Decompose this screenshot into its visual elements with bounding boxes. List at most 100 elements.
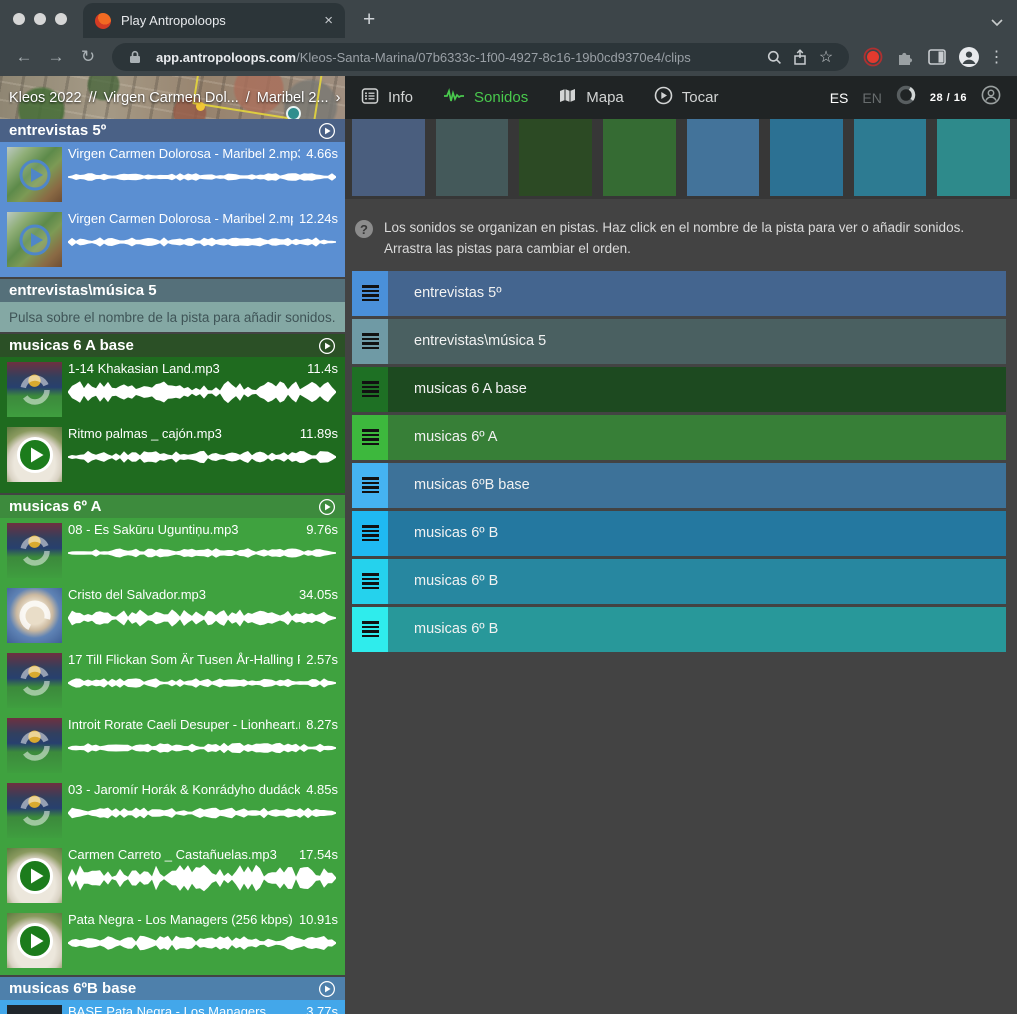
track-row[interactable]: entrevistas\música 5 (352, 319, 1006, 364)
track-color-block[interactable] (436, 119, 509, 196)
clip[interactable]: 03 - Jaromír Horák & Konrádyho dudácká .… (0, 778, 345, 843)
clip-thumbnail[interactable] (7, 362, 62, 417)
share-icon[interactable] (787, 49, 813, 65)
clip-thumbnail[interactable] (7, 1005, 62, 1014)
puzzle-extensions-icon[interactable] (891, 48, 919, 66)
track-color-block[interactable] (687, 119, 760, 196)
back-arrow-icon[interactable]: ← (10, 47, 38, 67)
clip[interactable]: Pata Negra - Los Managers (256 kbps).mp3… (0, 908, 345, 973)
clip[interactable]: Cristo del Salvador.mp334.05s (0, 583, 345, 648)
track-play-button[interactable] (318, 122, 336, 140)
new-tab-button[interactable]: + (363, 9, 375, 30)
breadcrumb-expand-icon[interactable]: › (336, 89, 341, 106)
track-color-block[interactable] (937, 119, 1010, 196)
nav-item-mapa[interactable]: Mapa (558, 87, 624, 108)
clip[interactable]: Virgen Carmen Dolorosa - Maribel 2.mp312… (0, 207, 345, 272)
waveform-icon (443, 88, 465, 108)
side-panel-icon[interactable] (923, 49, 951, 65)
track-row[interactable]: musicas 6º B (352, 511, 1006, 556)
nav-item-info[interactable]: Info (361, 87, 413, 109)
close-window-button[interactable] (13, 13, 25, 25)
track-header[interactable]: musicas 6ºB base (0, 977, 345, 1000)
track-row[interactable]: musicas 6 A base (352, 367, 1006, 412)
drag-handle[interactable] (352, 607, 388, 652)
tab-search-chevron-icon[interactable] (991, 14, 1003, 32)
zoom-icon[interactable] (761, 50, 787, 65)
clip-thumbnail[interactable] (7, 783, 62, 838)
track-row[interactable]: entrevistas 5º (352, 271, 1006, 316)
clip-waveform (68, 443, 336, 471)
track-row-body[interactable]: musicas 6º B (388, 559, 1006, 604)
tab-close-icon[interactable]: × (324, 13, 333, 28)
minimize-window-button[interactable] (34, 13, 46, 25)
drag-handle[interactable] (352, 271, 388, 316)
clip[interactable]: Ritmo palmas _ cajón.mp311.89s (0, 422, 345, 487)
menu-dots-icon[interactable]: ⋮ (987, 47, 1007, 67)
avatar-icon[interactable] (955, 46, 983, 68)
drag-handle[interactable] (352, 463, 388, 508)
track-color-block[interactable] (352, 119, 425, 196)
clip-thumbnail[interactable] (7, 427, 62, 482)
track-header[interactable]: musicas 6º A (0, 495, 345, 518)
address-bar[interactable]: app.antropoloops.com/Kleos-Santa-Marina/… (112, 43, 849, 71)
star-icon[interactable]: ☆ (813, 47, 839, 67)
track-color-block[interactable] (770, 119, 843, 196)
language-es-button[interactable]: ES (830, 90, 849, 106)
track-color-block[interactable] (854, 119, 927, 196)
drag-handle[interactable] (352, 319, 388, 364)
clip[interactable]: 17 Till Flickan Som Är Tusen År-Halling … (0, 648, 345, 713)
track-row-body[interactable]: musicas 6º B (388, 511, 1006, 556)
track-row-body[interactable]: musicas 6 A base (388, 367, 1006, 412)
track-row-body[interactable]: musicas 6º A (388, 415, 1006, 460)
track-play-button[interactable] (318, 337, 336, 355)
breadcrumb[interactable]: Kleos 2022 // Virgen Carmen Dol... / Mar… (0, 76, 345, 119)
loading-spinner-icon (896, 85, 916, 110)
track-header[interactable]: musicas 6 A base (0, 334, 345, 357)
track-play-button[interactable] (318, 980, 336, 998)
track-row[interactable]: musicas 6ºB base (352, 463, 1006, 508)
forward-arrow-icon[interactable]: → (42, 47, 70, 67)
drag-handle[interactable] (352, 559, 388, 604)
clip[interactable]: BASE Pata Negra - Los Managers3.77s (0, 1000, 345, 1014)
clip-thumbnail[interactable] (7, 718, 62, 773)
clip[interactable]: Virgen Carmen Dolorosa - Maribel 2.mp34.… (0, 142, 345, 207)
clip-thumbnail[interactable] (7, 523, 62, 578)
clip-thumbnail[interactable] (7, 147, 62, 202)
clip-thumbnail[interactable] (7, 653, 62, 708)
track-header[interactable]: entrevistas 5º (0, 119, 345, 142)
nav-item-sonidos[interactable]: Sonidos (443, 88, 528, 108)
track-row-body[interactable]: entrevistas 5º (388, 271, 1006, 316)
clip[interactable]: 08 - Es Sakūru Uguntiņu.mp39.76s (0, 518, 345, 583)
clip[interactable]: Carmen Carreto _ Castañuelas.mp317.54s (0, 843, 345, 908)
track-play-button[interactable] (318, 498, 336, 516)
drag-handle[interactable] (352, 511, 388, 556)
clip-thumbnail[interactable] (7, 588, 62, 643)
clip-thumbnail[interactable] (7, 848, 62, 903)
track-color-block[interactable] (519, 119, 592, 196)
track-header[interactable]: entrevistas\música 5 (0, 279, 345, 302)
browser-tab[interactable]: Play Antropoloops × (83, 3, 345, 38)
track-row-body[interactable]: entrevistas\música 5 (388, 319, 1006, 364)
drag-handle[interactable] (352, 415, 388, 460)
track-row-body[interactable]: musicas 6ºB base (388, 463, 1006, 508)
drag-handle[interactable] (352, 367, 388, 412)
clip-thumbnail[interactable] (7, 212, 62, 267)
breadcrumb-parent[interactable]: Virgen Carmen Dol... (104, 90, 239, 106)
maximize-window-button[interactable] (55, 13, 67, 25)
clip-duration: 34.05s (299, 587, 338, 602)
track-row[interactable]: musicas 6º B (352, 559, 1006, 604)
account-icon[interactable] (981, 85, 1001, 110)
breadcrumb-current[interactable]: Maribel 2... (257, 90, 329, 106)
track-color-block[interactable] (603, 119, 676, 196)
nav-item-tocar[interactable]: Tocar (654, 86, 719, 109)
clip[interactable]: 1-14 Khakasian Land.mp311.4s (0, 357, 345, 422)
language-en-button[interactable]: EN (862, 90, 881, 106)
record-extension-icon[interactable] (859, 47, 887, 67)
track-row-body[interactable]: musicas 6º B (388, 607, 1006, 652)
reload-icon[interactable]: ↻ (74, 47, 102, 67)
track-row[interactable]: musicas 6º A (352, 415, 1006, 460)
breadcrumb-root[interactable]: Kleos 2022 (9, 90, 82, 106)
clip-thumbnail[interactable] (7, 913, 62, 968)
clip[interactable]: Introit Rorate Caeli Desuper - Lionheart… (0, 713, 345, 778)
track-row[interactable]: musicas 6º B (352, 607, 1006, 652)
